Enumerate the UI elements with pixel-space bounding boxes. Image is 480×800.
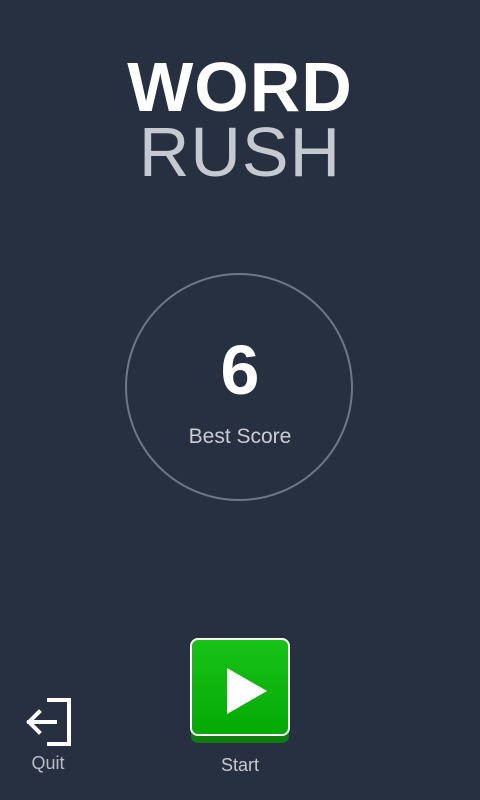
quit-button[interactable]: Quit xyxy=(16,694,80,784)
start-button[interactable]: Start xyxy=(190,638,290,778)
start-label: Start xyxy=(220,755,259,775)
best-score-value: 6 xyxy=(220,331,260,409)
best-score-label: Best Score xyxy=(188,425,292,448)
play-icon xyxy=(190,638,290,743)
quit-label: Quit xyxy=(31,753,65,773)
exit-icon xyxy=(26,698,71,746)
main-menu-screen: WORD RUSH 6 Best Score Quit Start xyxy=(0,0,480,800)
game-title-rush: RUSH xyxy=(138,113,342,191)
game-title-word: WORD xyxy=(127,48,353,126)
